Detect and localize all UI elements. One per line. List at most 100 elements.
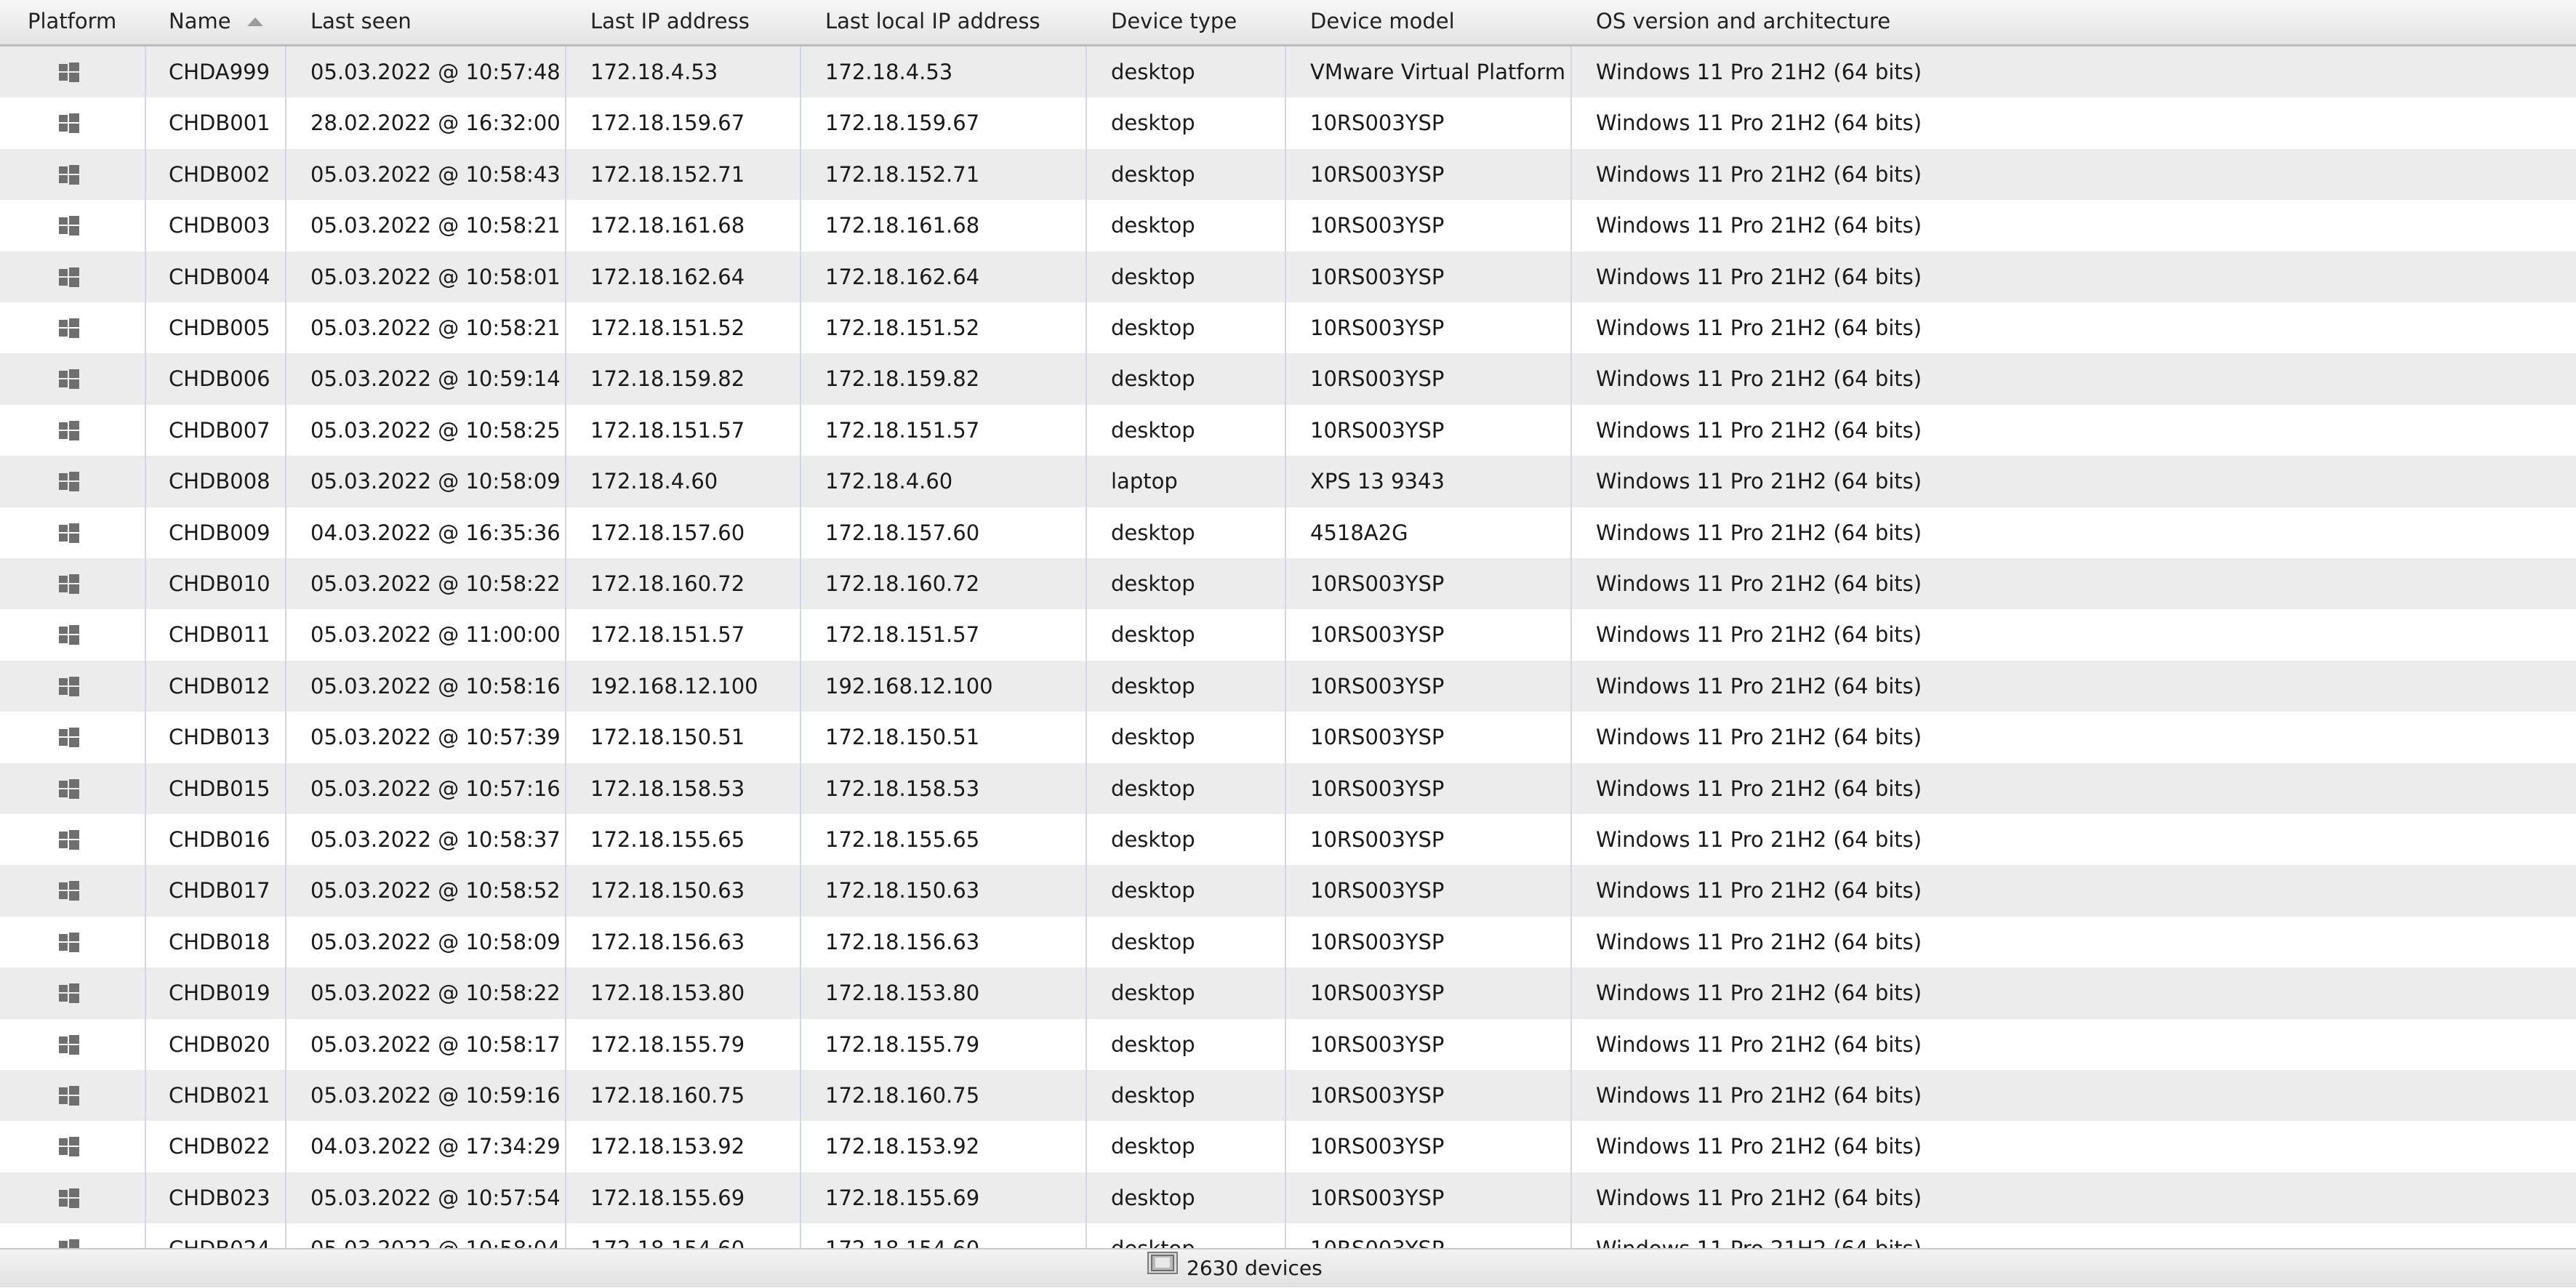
- os-version-cell: Windows 11 Pro 21H2 (64 bits): [1596, 110, 1922, 136]
- os-version-cell: Windows 11 Pro 21H2 (64 bits): [1596, 878, 1922, 903]
- last-seen-cell: 04.03.2022 @ 17:34:29: [310, 1134, 561, 1159]
- os-version-cell: Windows 11 Pro 21H2 (64 bits): [1596, 827, 1922, 852]
- windows-icon: [59, 318, 79, 338]
- windows-icon: [59, 881, 79, 901]
- os-version-cell: Windows 11 Pro 21H2 (64 bits): [1596, 622, 1922, 648]
- last-seen-cell: 05.03.2022 @ 10:57:16: [310, 776, 561, 801]
- os-version-cell: Windows 11 Pro 21H2 (64 bits): [1596, 520, 1922, 545]
- device-type-cell: desktop: [1111, 981, 1195, 1006]
- last-ip-cell: 172.18.159.67: [590, 110, 745, 136]
- column-header-last-local-ip[interactable]: Last local IP address: [825, 0, 1040, 44]
- last-seen-cell: 05.03.2022 @ 10:58:17: [310, 1031, 561, 1057]
- os-version-cell: Windows 11 Pro 21H2 (64 bits): [1596, 417, 1922, 443]
- device-type-cell: desktop: [1111, 878, 1195, 903]
- last-ip-cell: 172.18.150.63: [590, 878, 745, 903]
- device-name-cell: CHDB015: [169, 776, 270, 801]
- device-name-cell: CHDB020: [169, 1031, 270, 1057]
- table-row[interactable]: CHDB005 05.03.2022 @ 10:58:21 172.18.151.5…: [0, 302, 2576, 354]
- sort-ascending-icon[interactable]: [246, 17, 263, 26]
- table-row[interactable]: CHDB016 05.03.2022 @ 10:58:37 172.18.155.6…: [0, 814, 2576, 866]
- last-local-ip-cell: 192.168.12.100: [825, 673, 993, 699]
- last-seen-cell: 05.03.2022 @ 10:57:48: [310, 60, 561, 84]
- table-row[interactable]: CHDA999 05.03.2022 @ 10:57:48 172.18.4.53 1…: [0, 47, 2576, 98]
- device-model-cell: 10RS003YSP: [1310, 622, 1445, 648]
- table-row[interactable]: CHDB006 05.03.2022 @ 10:59:14 172.18.159.8…: [0, 353, 2576, 405]
- column-header-device-model[interactable]: Device model: [1310, 0, 1455, 44]
- device-type-cell: desktop: [1111, 1223, 1195, 1248]
- windows-icon: [59, 932, 79, 952]
- last-ip-cell: 172.18.161.68: [590, 213, 745, 238]
- table-row[interactable]: CHDB008 05.03.2022 @ 10:58:09 172.18.4.60 1…: [0, 456, 2576, 507]
- last-ip-cell: 172.18.153.92: [590, 1134, 745, 1159]
- device-name-cell: CHDB001: [169, 110, 270, 136]
- os-version-cell: Windows 11 Pro 21H2 (64 bits): [1596, 673, 1922, 699]
- last-seen-cell: 05.03.2022 @ 10:58:43: [310, 161, 561, 187]
- device-name-cell: CHDB022: [169, 1134, 270, 1159]
- table-row[interactable]: CHDB001 28.02.2022 @ 16:32:00 172.18.159.6…: [0, 97, 2576, 149]
- table-row[interactable]: CHDB013 05.03.2022 @ 10:57:39 172.18.150.5…: [0, 712, 2576, 763]
- table-row[interactable]: CHDB022 04.03.2022 @ 17:34:29 172.18.153.9…: [0, 1121, 2576, 1172]
- column-header-os-version[interactable]: OS version and architecture: [1596, 0, 1890, 44]
- last-local-ip-cell: 172.18.4.53: [825, 60, 953, 84]
- last-seen-cell: 05.03.2022 @ 10:57:54: [310, 1185, 561, 1210]
- windows-icon: [59, 1086, 79, 1106]
- device-model-cell: 10RS003YSP: [1310, 1083, 1445, 1108]
- last-ip-cell: 172.18.160.72: [590, 571, 745, 596]
- table-row[interactable]: CHDB011 05.03.2022 @ 11:00:00 172.18.151.5…: [0, 609, 2576, 661]
- device-name-cell: CHDB010: [169, 571, 270, 596]
- device-type-cell: desktop: [1111, 110, 1195, 136]
- last-ip-cell: 172.18.4.53: [590, 60, 718, 84]
- last-local-ip-cell: 172.18.162.64: [825, 264, 980, 289]
- table-row[interactable]: CHDB018 05.03.2022 @ 10:58:09 172.18.156.6…: [0, 916, 2576, 968]
- device-model-cell: 10RS003YSP: [1310, 929, 1445, 954]
- os-version-cell: Windows 11 Pro 21H2 (64 bits): [1596, 1083, 1922, 1108]
- table-row[interactable]: CHDB020 05.03.2022 @ 10:58:17 172.18.155.7…: [0, 1018, 2576, 1070]
- table-row[interactable]: CHDB017 05.03.2022 @ 10:58:52 172.18.150.6…: [0, 865, 2576, 917]
- column-header-last-seen[interactable]: Last seen: [310, 0, 412, 44]
- last-local-ip-cell: 172.18.157.60: [825, 520, 980, 545]
- last-local-ip-cell: 172.18.151.52: [825, 315, 980, 340]
- column-header-last-ip[interactable]: Last IP address: [590, 0, 750, 44]
- windows-icon: [59, 728, 79, 748]
- column-header-platform[interactable]: Platform: [28, 0, 116, 44]
- last-local-ip-cell: 172.18.4.60: [825, 469, 953, 494]
- device-model-cell: 10RS003YSP: [1310, 878, 1445, 903]
- table-row[interactable]: CHDB019 05.03.2022 @ 10:58:22 172.18.153.8…: [0, 967, 2576, 1019]
- last-ip-cell: 172.18.155.69: [590, 1185, 745, 1210]
- device-name-cell: CHDB009: [169, 520, 270, 545]
- table-row[interactable]: CHDB003 05.03.2022 @ 10:58:21 172.18.161.6…: [0, 200, 2576, 251]
- last-ip-cell: 192.168.12.100: [590, 673, 758, 699]
- windows-icon: [59, 778, 79, 799]
- table-row[interactable]: CHDB009 04.03.2022 @ 16:35:36 172.18.157.6…: [0, 507, 2576, 558]
- device-model-cell: 10RS003YSP: [1310, 1134, 1445, 1159]
- last-seen-cell: 28.02.2022 @ 16:32:00: [310, 110, 561, 136]
- last-local-ip-cell: 172.18.159.82: [825, 366, 980, 392]
- table-row[interactable]: CHDB010 05.03.2022 @ 10:58:22 172.18.160.7…: [0, 558, 2576, 610]
- last-seen-cell: 05.03.2022 @ 10:58:04: [310, 1223, 561, 1248]
- device-name-cell: CHDB005: [169, 315, 270, 340]
- column-header-name[interactable]: Name: [169, 0, 263, 44]
- last-seen-cell: 05.03.2022 @ 10:59:16: [310, 1083, 561, 1108]
- last-local-ip-cell: 172.18.153.80: [825, 981, 980, 1006]
- device-name-cell: CHDB011: [169, 622, 270, 648]
- device-count-label: 2630 devices: [1187, 1256, 1323, 1280]
- table-row[interactable]: CHDB021 05.03.2022 @ 10:59:16 172.18.160.7…: [0, 1070, 2576, 1122]
- windows-icon: [59, 216, 79, 236]
- table-row[interactable]: CHDB015 05.03.2022 @ 10:57:16 172.18.158.5…: [0, 762, 2576, 814]
- os-version-cell: Windows 11 Pro 21H2 (64 bits): [1596, 725, 1922, 750]
- last-seen-cell: 05.03.2022 @ 10:58:09: [310, 929, 561, 954]
- table-row[interactable]: CHDB023 05.03.2022 @ 10:57:54 172.18.155.6…: [0, 1172, 2576, 1224]
- last-ip-cell: 172.18.160.75: [590, 1083, 745, 1108]
- device-type-cell: desktop: [1111, 622, 1195, 648]
- table-row[interactable]: CHDB004 05.03.2022 @ 10:58:01 172.18.162.6…: [0, 251, 2576, 302]
- last-local-ip-cell: 172.18.150.51: [825, 725, 980, 750]
- device-type-cell: desktop: [1111, 315, 1195, 340]
- table-row[interactable]: CHDB002 05.03.2022 @ 10:58:43 172.18.152.7…: [0, 148, 2576, 201]
- table-row[interactable]: CHDB024 05.03.2022 @ 10:58:04 172.18.154.6…: [0, 1223, 2576, 1248]
- last-ip-cell: 172.18.155.79: [590, 1031, 745, 1057]
- table-row[interactable]: CHDB007 05.03.2022 @ 10:58:25 172.18.151.5…: [0, 404, 2576, 456]
- device-type-cell: desktop: [1111, 1031, 1195, 1057]
- column-divider: [1086, 47, 1087, 1248]
- column-header-device-type[interactable]: Device type: [1111, 0, 1237, 44]
- table-row[interactable]: CHDB012 05.03.2022 @ 10:58:16 192.168.12.1…: [0, 660, 2576, 712]
